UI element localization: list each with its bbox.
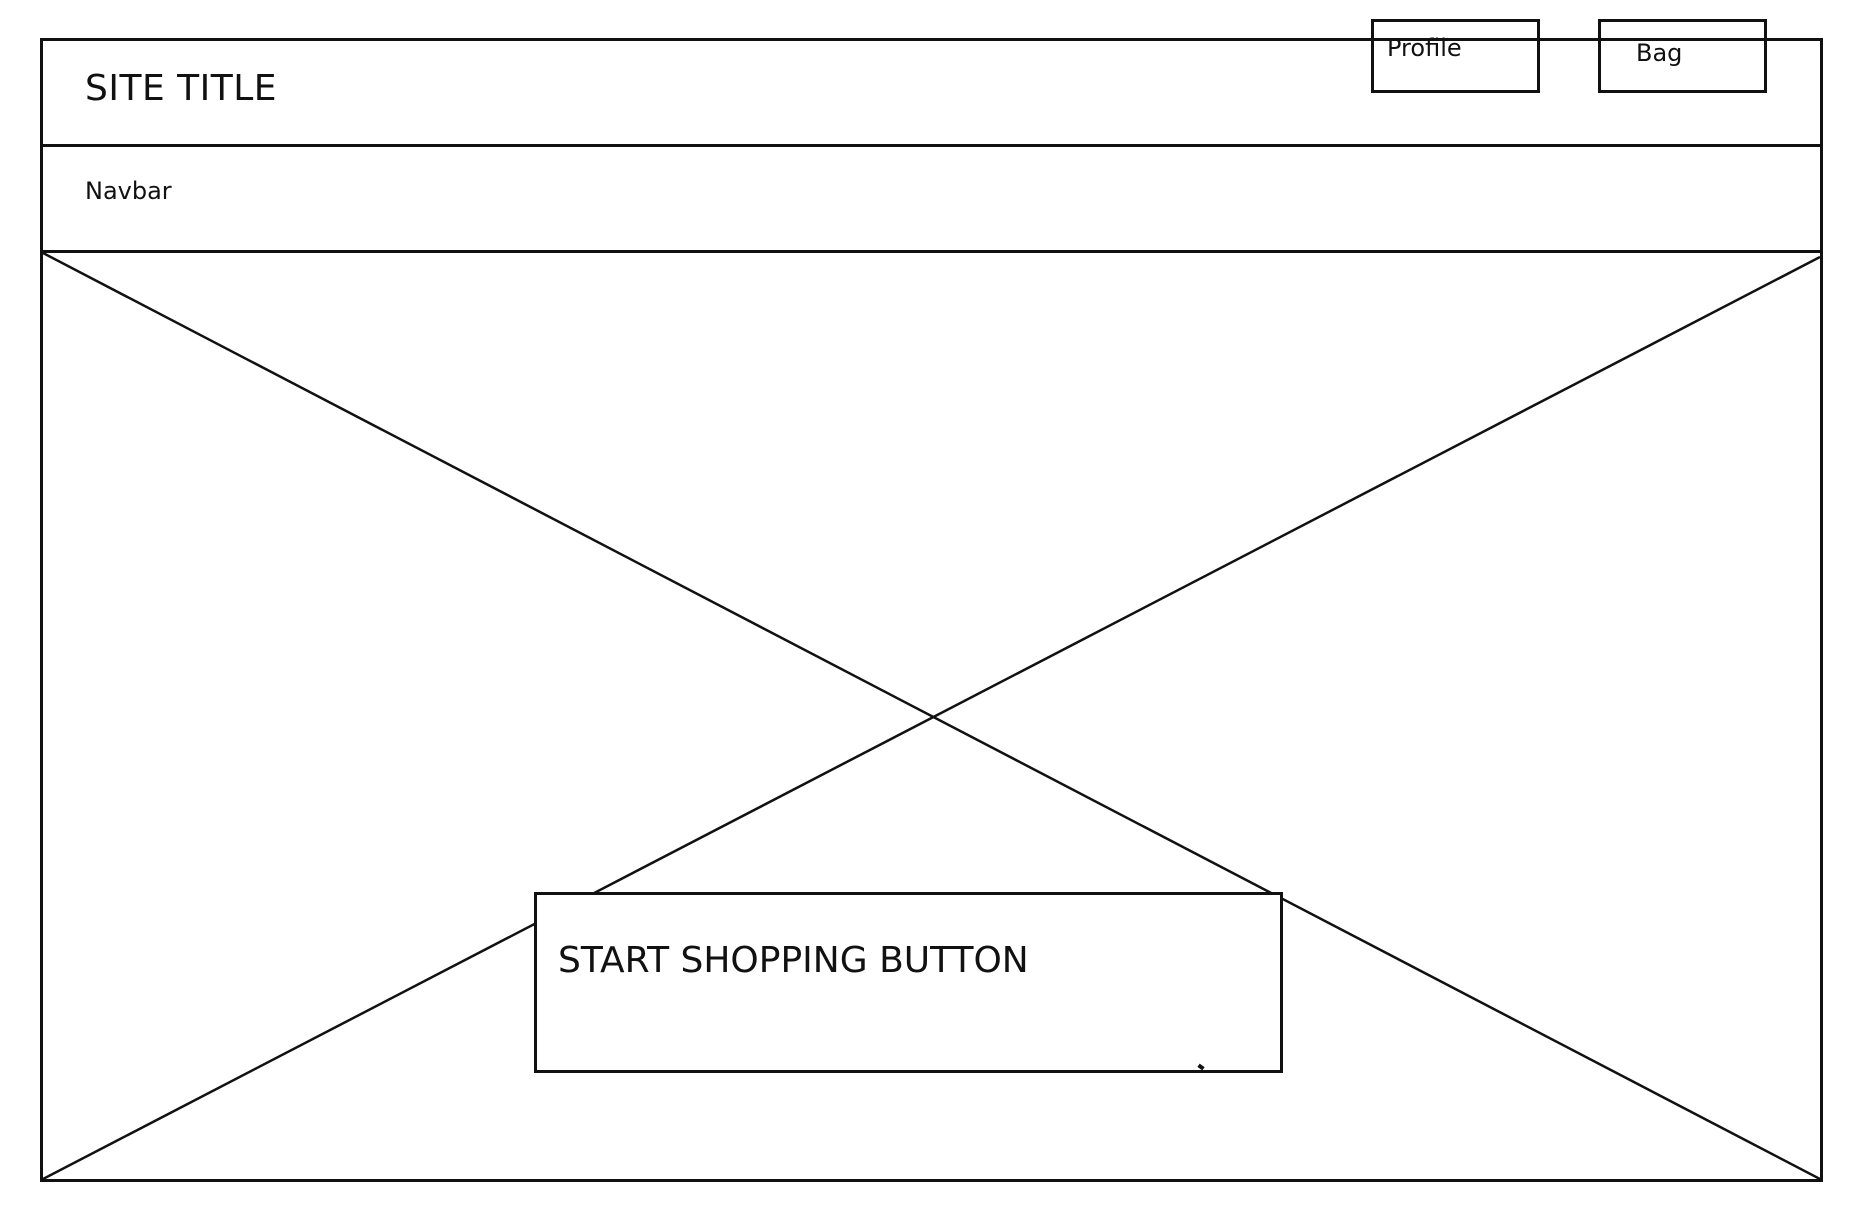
navbar[interactable]: Navbar [43,147,1820,253]
site-title: SITE TITLE [85,68,278,109]
start-shopping-button-label: START SHOPPING BUTTON [558,940,1029,981]
profile-button-label: Profile [1387,34,1462,62]
profile-button[interactable]: Profile [1371,19,1540,93]
bag-button-label: Bag [1636,39,1683,67]
bag-button[interactable]: Bag [1598,19,1767,93]
navbar-label: Navbar [85,177,172,205]
site-header: SITE TITLE [43,41,1820,147]
start-shopping-button[interactable]: START SHOPPING BUTTON [534,892,1283,1073]
